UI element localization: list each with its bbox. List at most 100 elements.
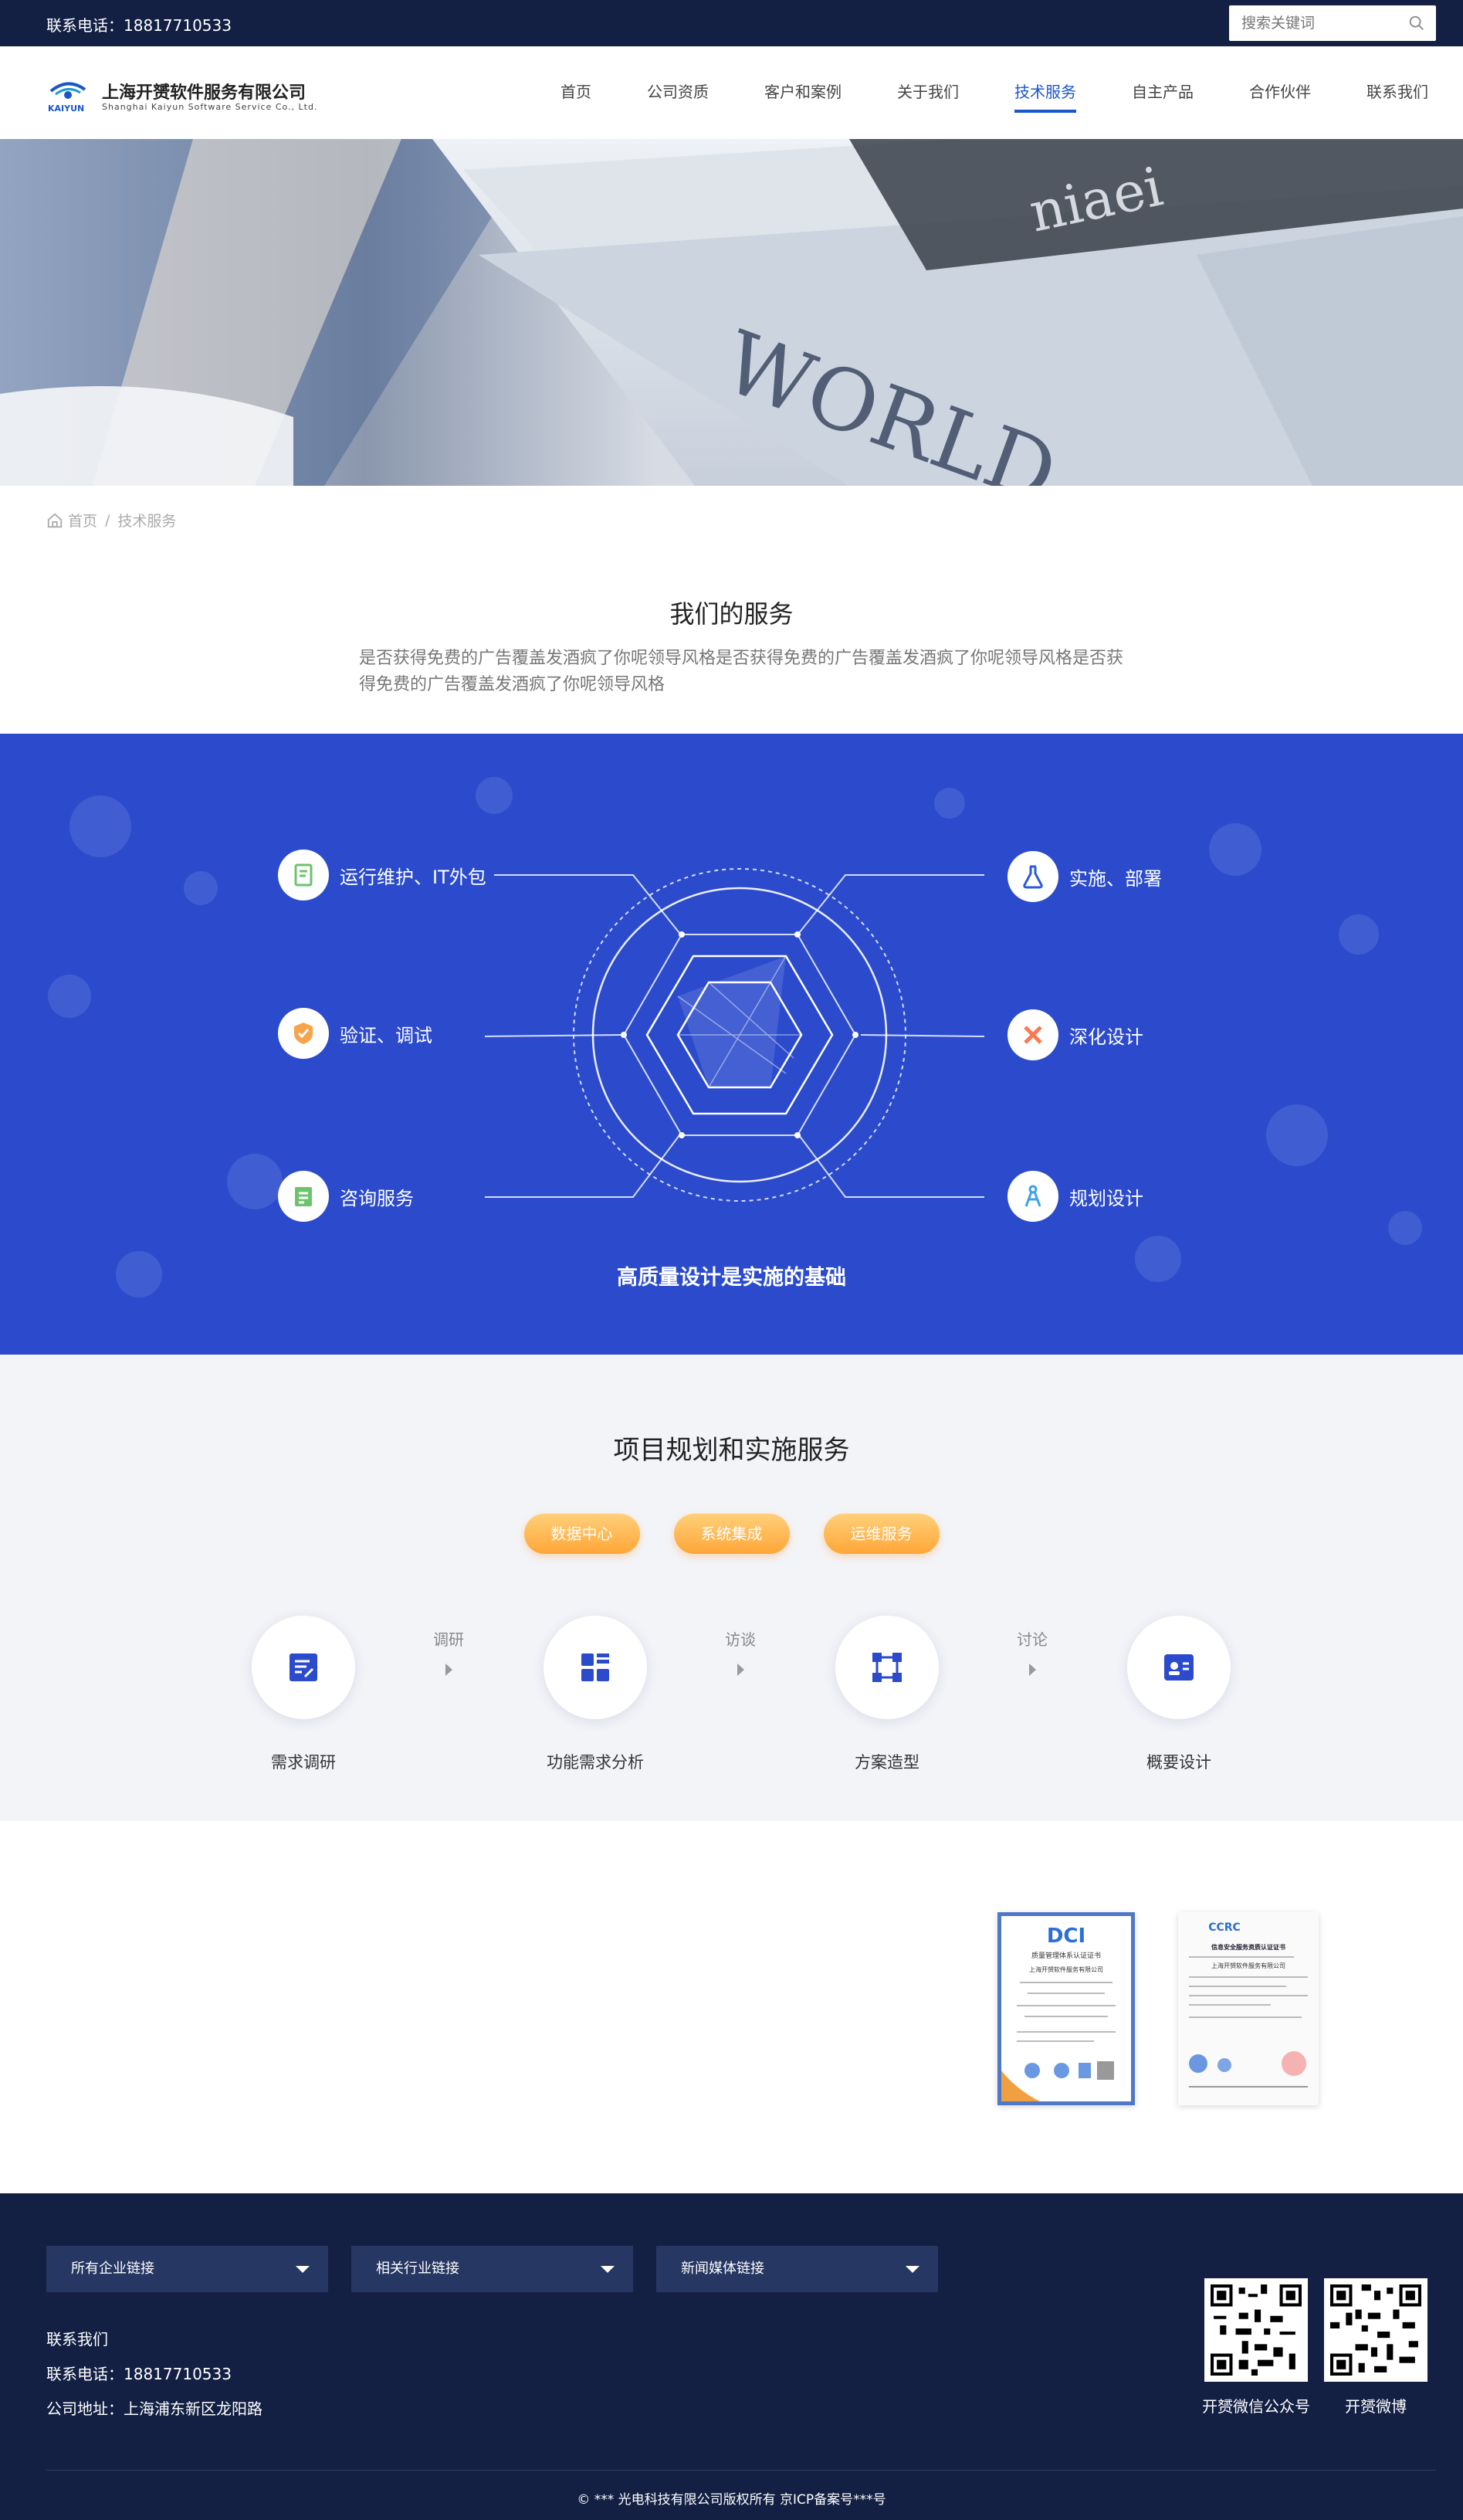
step-arrow: 调研 xyxy=(402,1627,495,1676)
tab-data-center[interactable]: 数据中心 xyxy=(523,1514,640,1554)
step-outline-design: 概要设计 xyxy=(1086,1616,1272,1773)
feature-label: 验证、调试 xyxy=(340,1024,432,1046)
footer-contact-title: 联系我们 xyxy=(46,2330,108,2349)
document-check-icon xyxy=(278,850,329,900)
feature-consulting[interactable]: 咨询服务 xyxy=(278,1171,414,1222)
certificate-dci[interactable]: DCI 质量管理体系认证证书 上海开赟软件服务有限公司 xyxy=(997,1912,1135,2105)
cert-company: 上海开赟软件服务有限公司 xyxy=(1029,1965,1103,1973)
copyright: © *** 光电科技有限公司版权所有 京ICP备案号***号 xyxy=(577,2492,886,2508)
arrow-label: 讨论 xyxy=(1017,1630,1048,1649)
feature-label: 运行维护、IT外包 xyxy=(340,866,486,888)
select-enterprise-links[interactable]: 所有企业链接 xyxy=(46,2246,328,2292)
select-label: 相关行业链接 xyxy=(376,2261,459,2277)
feature-label: 深化设计 xyxy=(1069,1026,1143,1048)
edit-document-icon xyxy=(252,1616,355,1719)
certificate-ccrc[interactable]: CCRC 信息安全服务资质认证证书 上海开赟软件服务有限公司 xyxy=(1178,1912,1319,2105)
footer-divider xyxy=(46,2470,1436,2471)
nav-contact[interactable]: 联系我们 xyxy=(1366,46,1428,139)
breadcrumb-separator: / xyxy=(105,511,110,529)
step-label: 概要设计 xyxy=(1146,1753,1211,1772)
nav-products[interactable]: 自主产品 xyxy=(1132,46,1194,139)
qr-code-icon xyxy=(1211,2284,1302,2376)
nav-cases[interactable]: 客户和案例 xyxy=(764,46,842,139)
qr-label: 开赟微博 xyxy=(1345,2397,1407,2416)
shield-check-icon xyxy=(278,1008,329,1059)
nav-home[interactable]: 首页 xyxy=(560,46,591,139)
search-icon[interactable] xyxy=(1408,15,1425,32)
main-nav: 首页 公司资质 客户和案例 关于我们 技术服务 自主产品 合作伙伴 联系我们 xyxy=(505,46,1428,139)
feature-label: 咨询服务 xyxy=(340,1187,414,1209)
qr-label: 开赟微信公众号 xyxy=(1202,2397,1310,2416)
step-requirements: 需求调研 xyxy=(211,1616,396,1773)
certificate-image: DCI 质量管理体系认证证书 上海开赟软件服务有限公司 xyxy=(1001,1916,1131,2101)
cert-brand: DCI xyxy=(1047,1925,1085,1948)
step-label: 需求调研 xyxy=(271,1753,336,1772)
logo-mark-text: KAIYUN xyxy=(48,103,84,113)
project-tabs: 数据中心 系统集成 运维服务 xyxy=(0,1514,1463,1554)
step-arrow: 访谈 xyxy=(694,1627,787,1676)
flask-icon xyxy=(1008,851,1058,902)
cert-company: 上海开赟软件服务有限公司 xyxy=(1211,1962,1285,1969)
company-name: 上海开赟软件服务有限公司 xyxy=(102,83,306,103)
tab-system-integration[interactable]: 系统集成 xyxy=(673,1514,790,1554)
feature-planning-design[interactable]: 规划设计 xyxy=(1008,1171,1143,1222)
nav-partners[interactable]: 合作伙伴 xyxy=(1249,46,1311,139)
arrow-label: 调研 xyxy=(433,1630,464,1649)
nav-tech-service[interactable]: 技术服务 xyxy=(1014,46,1076,139)
top-phone: 联系电话：18817710533 xyxy=(46,16,232,35)
breadcrumb-current: 技术服务 xyxy=(117,513,177,530)
select-media-links[interactable]: 新闻媒体链接 xyxy=(656,2246,938,2292)
arrow-right-icon xyxy=(737,1664,744,1676)
footer-phone: 联系电话：18817710533 xyxy=(46,2365,232,2383)
company-name-en: Shanghai Kaiyun Software Service Co., Lt… xyxy=(102,102,318,112)
qr-code-wechat xyxy=(1204,2278,1308,2382)
nav-qualifications[interactable]: 公司资质 xyxy=(647,46,709,139)
chevron-down-icon xyxy=(601,2266,615,2273)
project-section: 项目规划和实施服务 数据中心 系统集成 运维服务 需求调研 调研 功能需求分析 … xyxy=(0,1355,1463,1821)
id-card-icon xyxy=(1127,1616,1231,1719)
cert-title: 质量管理体系认证证书 xyxy=(1031,1951,1101,1960)
qr-code-icon xyxy=(1330,2284,1421,2376)
step-label: 功能需求分析 xyxy=(547,1753,644,1772)
search-box[interactable] xyxy=(1229,5,1436,41)
feature-deployment[interactable]: 实施、部署 xyxy=(1008,851,1162,902)
feature-label: 实施、部署 xyxy=(1069,867,1162,890)
feature-label: 规划设计 xyxy=(1069,1187,1143,1209)
grid-list-icon xyxy=(544,1616,647,1719)
network-nodes-icon xyxy=(835,1616,939,1719)
home-icon[interactable] xyxy=(46,512,63,529)
top-bar: 联系电话：18817710533 xyxy=(0,0,1463,46)
arrow-right-icon xyxy=(445,1664,452,1676)
cert-brand: CCRC xyxy=(1208,1921,1241,1934)
step-label: 方案造型 xyxy=(855,1753,919,1772)
tab-ops-service[interactable]: 运维服务 xyxy=(823,1514,940,1554)
breadcrumb: 首页 / 技术服务 xyxy=(46,510,176,531)
footer-address: 公司地址：上海浦东新区龙阳路 xyxy=(46,2400,262,2418)
chevron-down-icon xyxy=(906,2266,919,2273)
chevron-down-icon xyxy=(296,2266,310,2273)
footer: 所有企业链接 相关行业链接 新闻媒体链接 联系我们 联系电话：188177105… xyxy=(0,2193,1463,2520)
select-label: 所有企业链接 xyxy=(71,2261,154,2277)
feature-verification[interactable]: 验证、调试 xyxy=(278,1008,432,1059)
certificate-image: CCRC 信息安全服务资质认证证书 上海开赟软件服务有限公司 xyxy=(1178,1912,1319,2105)
step-solution: 方案造型 xyxy=(794,1616,980,1773)
header: KAIYUN 上海开赟软件服务有限公司 Shanghai Kaiyun Soft… xyxy=(0,46,1463,139)
hero-banner: niaei WORLD xyxy=(0,139,1463,486)
kaiyun-logo-icon: KAIYUN xyxy=(48,82,86,113)
select-label: 新闻媒体链接 xyxy=(681,2261,764,2277)
step-arrow: 讨论 xyxy=(986,1627,1079,1676)
arrow-label: 访谈 xyxy=(725,1630,756,1649)
consult-doc-icon xyxy=(278,1171,329,1222)
project-title: 项目规划和实施服务 xyxy=(613,1435,850,1466)
feature-detailed-design[interactable]: 深化设计 xyxy=(1008,1009,1143,1060)
select-industry-links[interactable]: 相关行业链接 xyxy=(351,2246,633,2292)
nav-about[interactable]: 关于我们 xyxy=(897,46,959,139)
cert-title: 信息安全服务资质认证证书 xyxy=(1211,1943,1285,1951)
search-input[interactable] xyxy=(1229,5,1391,41)
cross-tools-icon xyxy=(1008,1009,1058,1060)
breadcrumb-home[interactable]: 首页 xyxy=(68,510,97,531)
banner-image: niaei WORLD xyxy=(0,139,1463,486)
services-band: 运行维护、IT外包 验证、调试 咨询服务 实施、部署 深化设计 规划设计 高质量… xyxy=(0,734,1463,1355)
services-caption: 高质量设计是实施的基础 xyxy=(617,1266,846,1290)
feature-operations[interactable]: 运行维护、IT外包 xyxy=(278,850,486,900)
